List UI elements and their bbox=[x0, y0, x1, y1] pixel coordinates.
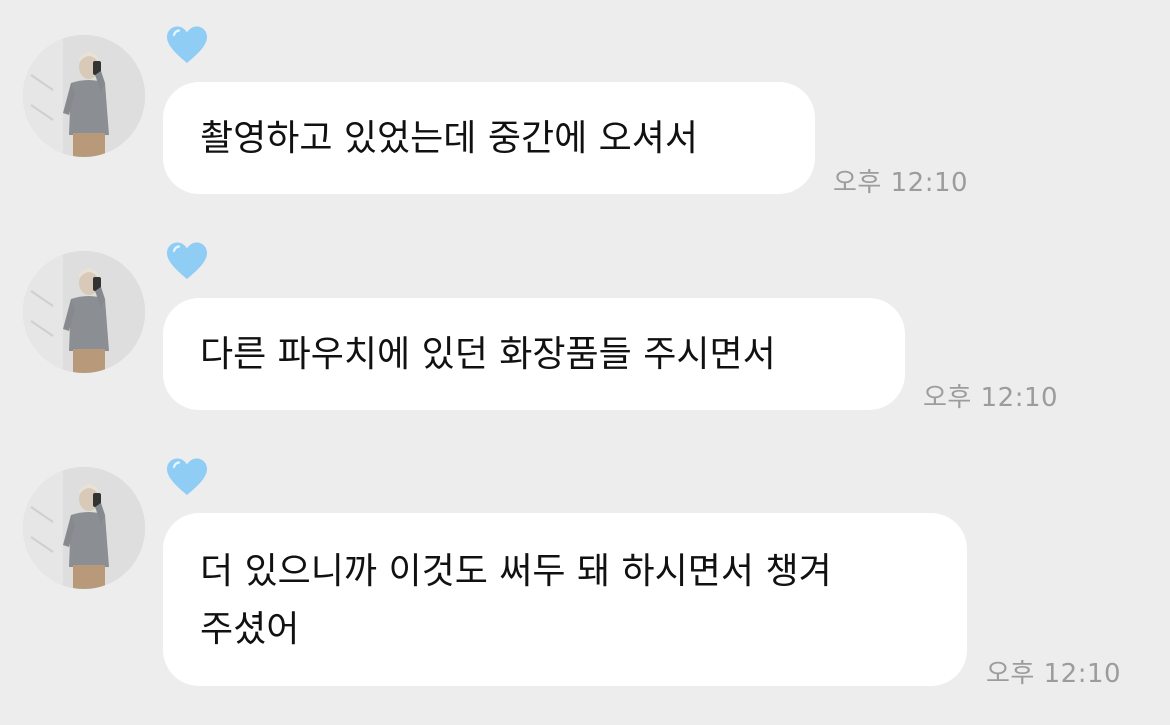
avatar-photo bbox=[23, 35, 145, 157]
avatar-photo bbox=[23, 467, 145, 589]
message-timestamp: 오후 12:10 bbox=[833, 168, 969, 198]
message-text: 더 있으니까 이것도 써두 돼 하시면서 챙겨 bbox=[200, 551, 832, 592]
avatar-photo bbox=[23, 251, 145, 373]
message-timestamp: 오후 12:10 bbox=[923, 383, 1059, 413]
heart-reaction-icon[interactable] bbox=[165, 457, 209, 497]
avatar[interactable] bbox=[23, 35, 145, 157]
avatar[interactable] bbox=[23, 467, 145, 589]
message-bubble[interactable]: 촬영하고 있었는데 중간에 오셔서 bbox=[163, 82, 815, 194]
avatar[interactable] bbox=[23, 251, 145, 373]
message-bubble[interactable]: 다른 파우치에 있던 화장품들 주시면서 bbox=[163, 298, 905, 410]
message-text: 주셨어 bbox=[200, 609, 300, 650]
heart-reaction-icon[interactable] bbox=[165, 241, 209, 281]
message-text: 다른 파우치에 있던 화장품들 주시면서 bbox=[200, 334, 776, 375]
message-timestamp: 오후 12:10 bbox=[986, 659, 1122, 689]
heart-reaction-icon[interactable] bbox=[165, 25, 209, 65]
message-text: 촬영하고 있었는데 중간에 오셔서 bbox=[200, 118, 699, 159]
message-bubble[interactable]: 더 있으니까 이것도 써두 돼 하시면서 챙겨 주셨어 bbox=[163, 513, 967, 686]
